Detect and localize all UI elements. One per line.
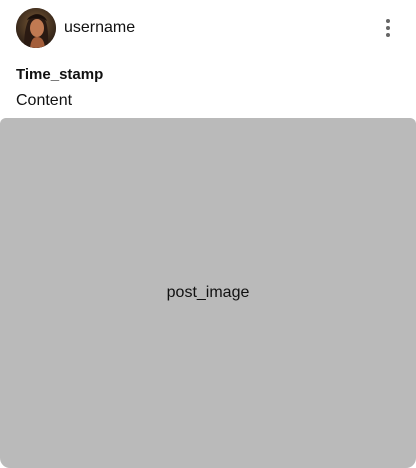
post-timestamp: Time_stamp [16, 66, 104, 83]
post-image-label: post_image [166, 284, 250, 301]
avatar-image [16, 8, 56, 48]
post-image[interactable]: post_image [0, 118, 416, 468]
more-vertical-icon [386, 19, 390, 37]
avatar[interactable] [16, 8, 56, 48]
post-header: username [0, 0, 416, 56]
more-options-button[interactable] [376, 16, 400, 40]
post-card: username Time_stamp Content post_image [0, 0, 416, 468]
post-content: Content [16, 92, 73, 109]
username[interactable]: username [64, 18, 135, 38]
